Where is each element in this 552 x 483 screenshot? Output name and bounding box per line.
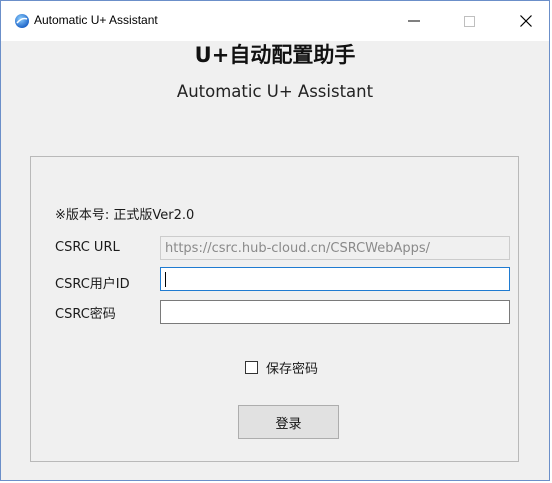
heading-english: Automatic U+ Assistant: [176, 82, 374, 101]
url-value: https://csrc.hub-cloud.cn/CSRCWebApps/: [165, 240, 431, 256]
password-label: CSRC密码: [55, 307, 116, 322]
url-field: https://csrc.hub-cloud.cn/CSRCWebApps/: [160, 236, 510, 260]
user-id-input[interactable]: [160, 267, 510, 291]
title-bar[interactable]: Automatic U+ Assistant: [1, 1, 549, 41]
url-label: CSRC URL: [55, 240, 120, 255]
version-label: ※版本号: 正式版Ver2.0: [55, 208, 195, 223]
checkbox-box[interactable]: [245, 361, 258, 374]
close-icon: [519, 15, 532, 27]
remember-password-label[interactable]: 保存密码: [266, 358, 318, 377]
remember-password-checkbox[interactable]: 保存密码: [245, 358, 318, 377]
password-input[interactable]: [160, 300, 510, 324]
app-icon: [14, 13, 30, 29]
app-window: Automatic U+ Assistant U+自动配置助手 Automati…: [0, 0, 550, 481]
maximize-button[interactable]: [447, 1, 492, 41]
text-caret: [165, 272, 166, 287]
user-id-label: CSRC用户ID: [55, 277, 130, 292]
maximize-icon: [464, 15, 475, 27]
heading-chinese: U+自动配置助手: [194, 43, 356, 67]
window-title: Automatic U+ Assistant: [34, 13, 158, 27]
minimize-icon: [407, 20, 420, 22]
login-button[interactable]: 登录: [238, 405, 339, 439]
minimize-button[interactable]: [391, 1, 436, 41]
close-button[interactable]: [503, 1, 548, 41]
